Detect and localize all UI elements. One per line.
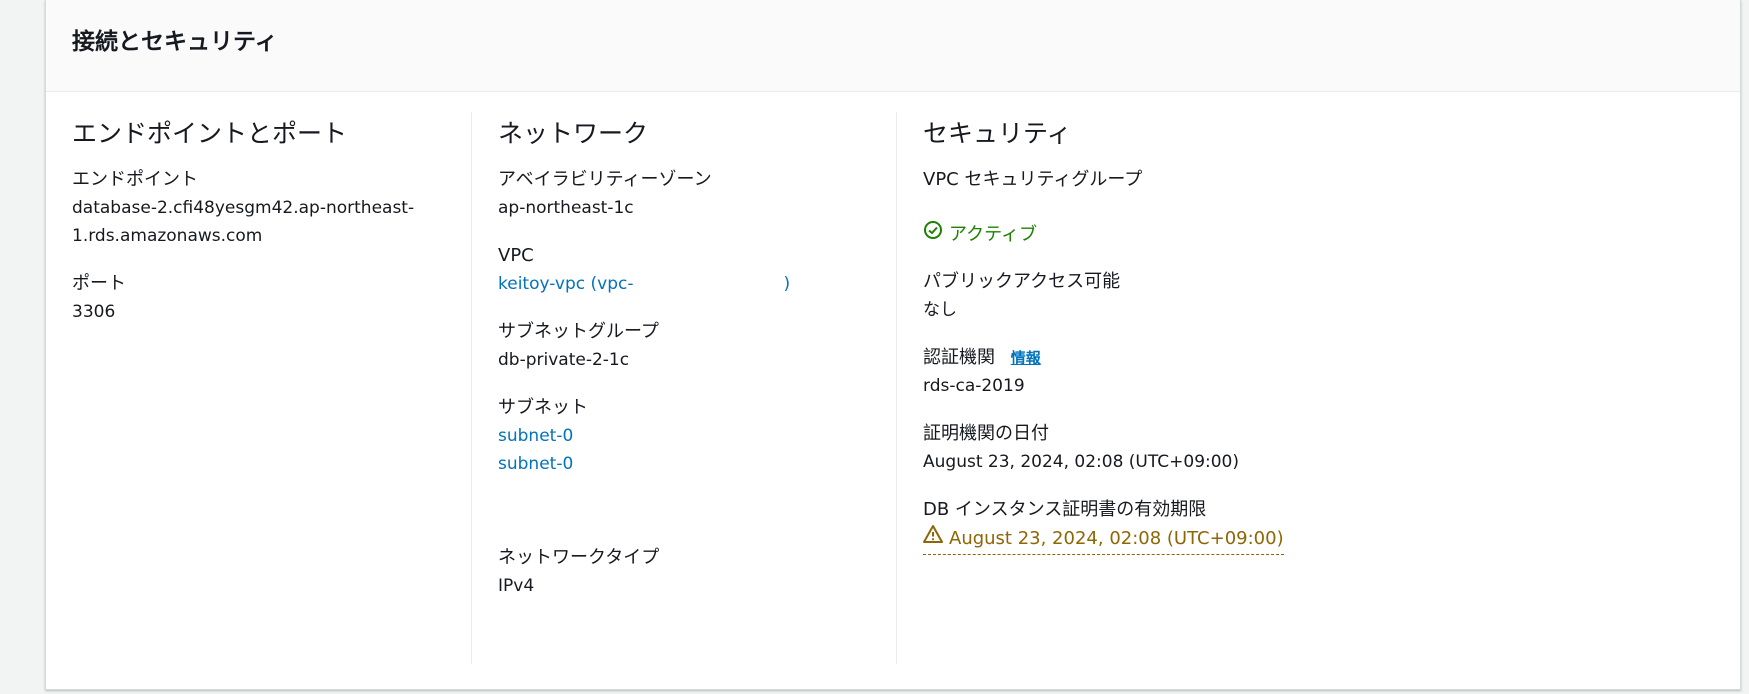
warning-icon xyxy=(923,524,943,554)
endpoint-field: エンドポイント database-2.cfi48yesgm42.ap-north… xyxy=(72,166,470,250)
network-column: ネットワーク アベイラビリティーゾーン ap-northeast-1c VPC … xyxy=(471,112,896,664)
ca-value: rds-ca-2019 xyxy=(923,376,1025,396)
ca-field: 認証機関 情報 rds-ca-2019 xyxy=(923,344,1397,400)
check-circle-icon xyxy=(923,220,943,250)
security-column: セキュリティ VPC セキュリティグループ アクティブ パブリックアクセス可能 xyxy=(896,112,1397,664)
endpoint-column: エンドポイントとポート エンドポイント database-2.cfi48yesg… xyxy=(72,112,470,664)
public-access-label: パブリックアクセス可能 xyxy=(923,271,1121,292)
cert-expiry-warning[interactable]: August 23, 2024, 02:08 (UTC+09:00) xyxy=(923,524,1284,555)
vpc-link-text: keitoy-vpc (vpc- xyxy=(498,274,634,294)
redacted-block xyxy=(633,275,784,289)
subnet-group-value: db-private-2-1c xyxy=(498,350,630,370)
endpoint-value-line1: database-2.cfi48yesgm42.ap-northeast- xyxy=(72,198,415,218)
connectivity-security-panel: 接続とセキュリティ エンドポイントとポート エンドポイント database-2… xyxy=(45,0,1741,690)
ca-label-row: 認証機関 情報 xyxy=(923,344,1397,372)
sg-status: アクティブ xyxy=(923,220,1397,250)
port-label: ポート xyxy=(72,273,126,294)
vpc-label: VPC xyxy=(498,245,534,266)
vpc-link-suffix: ) xyxy=(783,274,791,294)
subnet-group-label: サブネットグループ xyxy=(498,321,659,342)
vpc-field: VPC keitoy-vpc (vpc-) xyxy=(498,242,896,298)
port-field: ポート 3306 xyxy=(72,270,470,326)
cert-expiry-field: DB インスタンス証明書の有効期限 August 23, 2024, 02:08… xyxy=(923,496,1397,555)
ca-info-link[interactable]: 情報 xyxy=(1011,349,1041,367)
public-access-value: なし xyxy=(923,300,957,320)
subnet-group-field: サブネットグループ db-private-2-1c xyxy=(498,318,896,374)
cert-expiry-value: August 23, 2024, 02:08 (UTC+09:00) xyxy=(949,528,1284,549)
ca-date-label: 証明機関の日付 xyxy=(923,423,1049,444)
az-label: アベイラビリティーゾーン xyxy=(498,169,712,190)
ca-label: 認証機関 xyxy=(923,347,995,368)
az-value: ap-northeast-1c xyxy=(498,198,634,218)
subnet-link-1[interactable]: subnet-0 xyxy=(498,422,896,450)
subnet-link-2[interactable]: subnet-0 xyxy=(498,450,896,478)
panel-title: 接続とセキュリティ xyxy=(72,29,278,55)
cert-expiry-label: DB インスタンス証明書の有効期限 xyxy=(923,499,1207,520)
ca-date-value: August 23, 2024, 02:08 (UTC+09:00) xyxy=(923,452,1240,472)
public-access-field: パブリックアクセス可能 なし xyxy=(923,268,1397,324)
endpoint-heading: エンドポイントとポート xyxy=(72,119,348,148)
sg-field: VPC セキュリティグループ アクティブ xyxy=(923,166,1397,250)
subnet-field: サブネット subnet-0 subnet-0 xyxy=(498,394,896,478)
security-heading: セキュリティ xyxy=(923,119,1072,148)
network-type-label: ネットワークタイプ xyxy=(498,547,660,568)
sg-label: VPC セキュリティグループ xyxy=(923,169,1143,190)
endpoint-label: エンドポイント xyxy=(72,169,198,190)
panel-header: 接続とセキュリティ xyxy=(46,0,1740,92)
network-type-field: ネットワークタイプ IPv4 xyxy=(498,544,896,600)
port-value: 3306 xyxy=(72,302,116,322)
sg-redacted-value[interactable] xyxy=(923,194,1397,220)
ca-date-field: 証明機関の日付 August 23, 2024, 02:08 (UTC+09:0… xyxy=(923,420,1397,476)
network-heading: ネットワーク xyxy=(498,119,649,148)
network-type-value: IPv4 xyxy=(498,576,535,596)
endpoint-value-line2: 1.rds.amazonaws.com xyxy=(72,226,263,246)
sg-status-text: アクティブ xyxy=(949,224,1038,245)
vpc-link[interactable]: keitoy-vpc (vpc-) xyxy=(498,270,896,298)
az-field: アベイラビリティーゾーン ap-northeast-1c xyxy=(498,166,896,222)
subnet-label: サブネット xyxy=(498,397,588,418)
